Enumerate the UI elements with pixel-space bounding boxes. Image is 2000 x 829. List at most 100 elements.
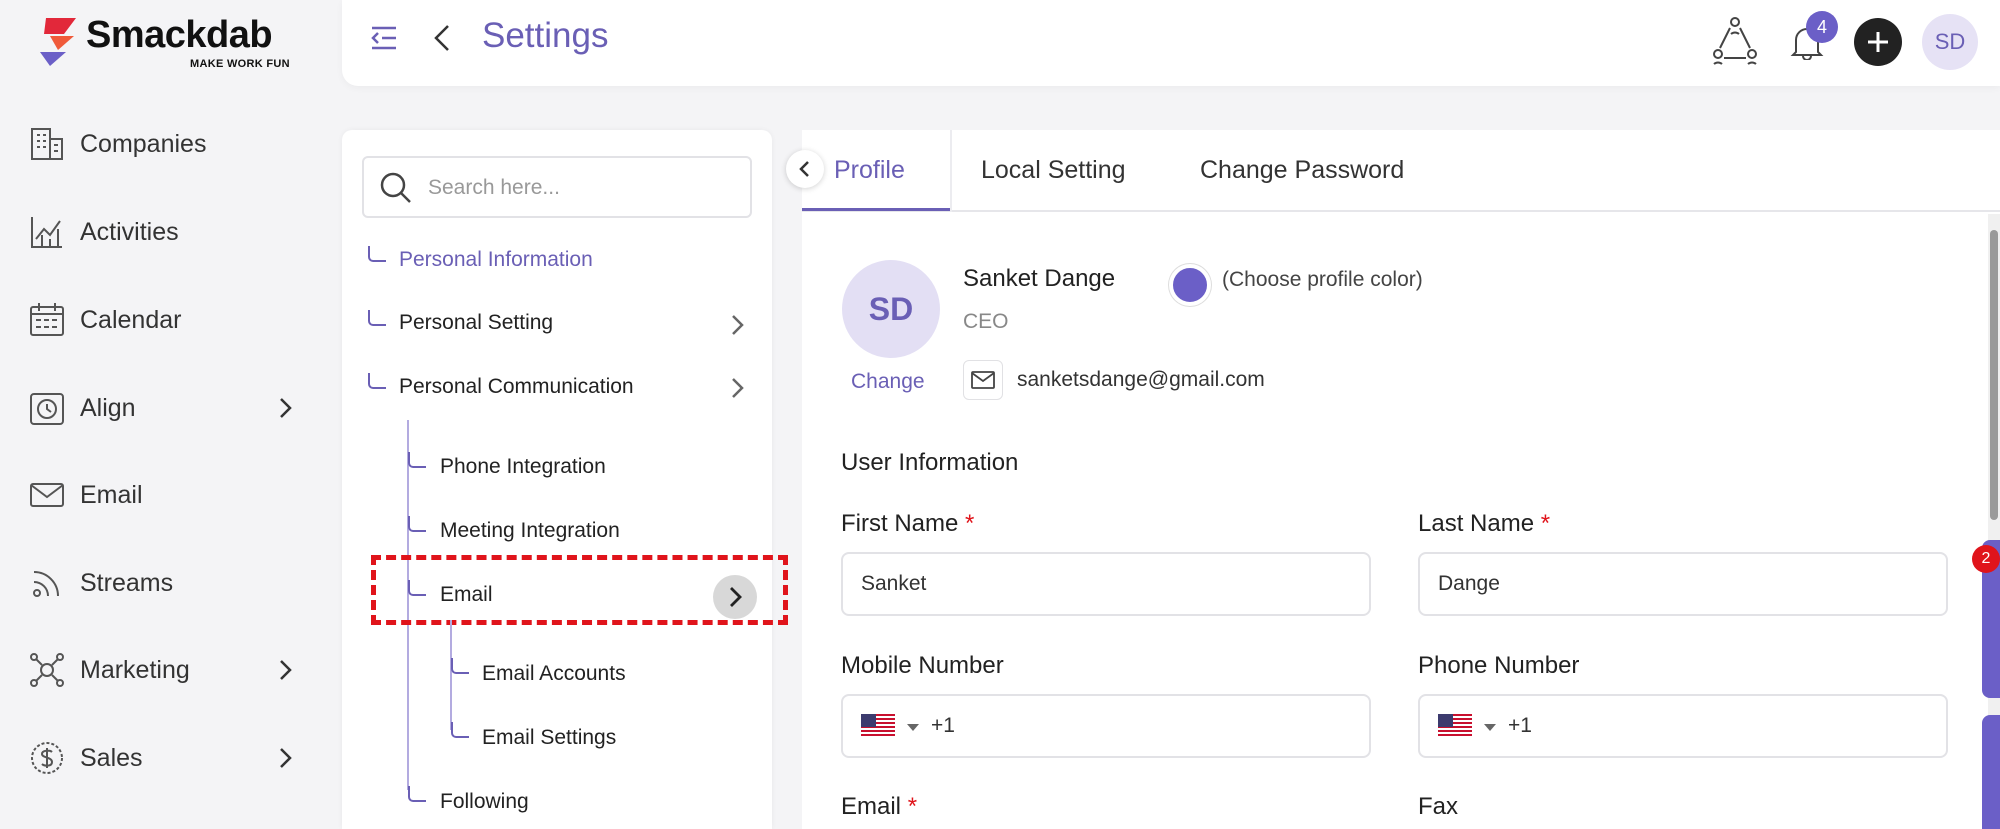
chevron-right-icon (280, 660, 292, 680)
team-network-icon[interactable] (1710, 14, 1760, 66)
add-new-button[interactable] (1854, 18, 1902, 66)
sidebar-item-label: Activities (80, 217, 179, 246)
first-name-field[interactable]: Sanket (841, 552, 1371, 616)
clock-target-icon (30, 393, 64, 425)
side-widget-badge: 2 (1972, 545, 2000, 573)
active-tab-indicator (802, 208, 950, 211)
back-arrow-icon[interactable] (428, 22, 458, 54)
logo-tagline: MAKE WORK FUN (190, 58, 290, 70)
us-flag-icon[interactable] (861, 714, 895, 738)
plus-icon (1868, 32, 1888, 52)
logo-text: Smackdab (86, 14, 273, 56)
smackdab-logo[interactable]: Smackdab MAKE WORK FUN (36, 12, 296, 70)
sidebar-item-marketing[interactable]: Marketing (0, 640, 340, 700)
search-icon (380, 172, 411, 203)
rss-icon (33, 571, 59, 597)
mobile-number-field[interactable]: +1 (841, 694, 1371, 758)
tree-item-personal-information[interactable]: Personal Information (399, 248, 593, 272)
tab-change-password[interactable]: Change Password (1200, 156, 1404, 185)
calendar-icon (30, 303, 64, 336)
tab-profile[interactable]: Profile (834, 156, 905, 185)
chevron-left-icon (799, 161, 809, 177)
user-information-heading: User Information (841, 449, 1019, 476)
page-title: Settings (482, 16, 609, 55)
marketing-network-icon (30, 653, 64, 687)
tree-connector (408, 452, 426, 468)
sidebar-item-label: Marketing (80, 655, 190, 684)
tree-connector (408, 516, 426, 532)
user-avatar[interactable]: SD (1922, 14, 1978, 70)
sidebar-item-label: Streams (80, 568, 174, 597)
search-placeholder: Search here... (428, 176, 560, 199)
sidebar-item-streams[interactable]: Streams (0, 553, 340, 613)
phone-number-field[interactable]: +1 (1418, 694, 1948, 758)
sidebar-item-label: Sales (80, 743, 143, 772)
tree-item-following[interactable]: Following (440, 790, 529, 814)
sidebar-item-label: Align (80, 393, 136, 422)
tree-item-personal-setting[interactable]: Personal Setting (399, 311, 553, 335)
sidebar-item-activities[interactable]: Activities (0, 202, 340, 262)
phone-number-label: Phone Number (1418, 652, 1580, 679)
profile-name: Sanket Dange (963, 265, 1116, 292)
change-avatar-link[interactable]: Change (851, 370, 925, 394)
side-widget-tab[interactable] (1982, 715, 2000, 829)
tree-connector (451, 658, 469, 674)
last-name-label: Last Name * (1418, 510, 1551, 537)
settings-tabs: Profile Local Setting Change Password (802, 130, 2000, 212)
tree-item-email-settings[interactable]: Email Settings (482, 726, 616, 750)
first-name-label: First Name * (841, 510, 975, 537)
chevron-right-icon[interactable] (722, 310, 752, 340)
tree-guide-line (450, 620, 452, 730)
country-dropdown-caret[interactable] (1484, 724, 1496, 731)
dollar-icon (31, 742, 63, 774)
profile-color-picker[interactable] (1169, 264, 1211, 306)
mobile-number-label: Mobile Number (841, 652, 1004, 679)
first-name-value: Sanket (861, 572, 927, 595)
notification-count-badge: 4 (1806, 11, 1838, 43)
scrollbar-thumb[interactable] (1990, 230, 1998, 520)
fax-label: Fax (1418, 793, 1459, 820)
highlight-annotation-box (371, 555, 788, 625)
envelope-icon (971, 371, 995, 389)
tree-item-phone-integration[interactable]: Phone Integration (440, 455, 606, 479)
tree-connector (408, 786, 426, 802)
activity-chart-icon (31, 217, 62, 248)
country-dropdown-caret[interactable] (907, 724, 919, 731)
envelope-icon (30, 483, 64, 507)
chevron-right-icon[interactable] (722, 373, 752, 403)
tree-connector (451, 722, 469, 738)
phone-dial-code: +1 (1508, 714, 1532, 737)
tree-connector (368, 246, 386, 262)
collapse-menu-icon[interactable] (368, 22, 400, 54)
left-navigation: Smackdab MAKE WORK FUN Companies Activit… (0, 0, 340, 829)
tree-item-meeting-integration[interactable]: Meeting Integration (440, 519, 620, 543)
profile-email: sanketsdange@gmail.com (1017, 368, 1265, 391)
tree-connector (368, 310, 386, 326)
tree-item-email-accounts[interactable]: Email Accounts (482, 662, 626, 686)
sidebar-item-label: Companies (80, 129, 207, 158)
mobile-dial-code: +1 (931, 714, 955, 737)
settings-search-input[interactable]: Search here... (362, 156, 752, 218)
building-icon (31, 128, 63, 160)
profile-role: CEO (963, 310, 1009, 333)
sidebar-item-label: Calendar (80, 305, 182, 334)
sidebar-item-label: Email (80, 480, 143, 509)
chevron-right-icon (280, 748, 292, 768)
profile-color-label: (Choose profile color) (1222, 268, 1423, 291)
sidebar-item-email[interactable]: Email (0, 465, 340, 525)
profile-avatar: SD (842, 260, 940, 358)
tab-local-setting[interactable]: Local Setting (981, 156, 1126, 185)
sidebar-item-companies[interactable]: Companies (0, 114, 340, 174)
us-flag-icon[interactable] (1438, 714, 1472, 738)
last-name-value: Dange (1438, 572, 1500, 595)
logo-mark-icon (40, 18, 76, 66)
sidebar-item-align[interactable]: Align (0, 378, 340, 438)
last-name-field[interactable]: Dange (1418, 552, 1948, 616)
email-icon-box (963, 360, 1003, 400)
tab-divider (950, 130, 952, 212)
tree-item-personal-communication[interactable]: Personal Communication (399, 375, 634, 399)
tree-connector (368, 373, 386, 389)
sidebar-item-sales[interactable]: Sales (0, 728, 340, 788)
collapse-panel-button[interactable] (786, 150, 824, 188)
sidebar-item-calendar[interactable]: Calendar (0, 290, 340, 350)
